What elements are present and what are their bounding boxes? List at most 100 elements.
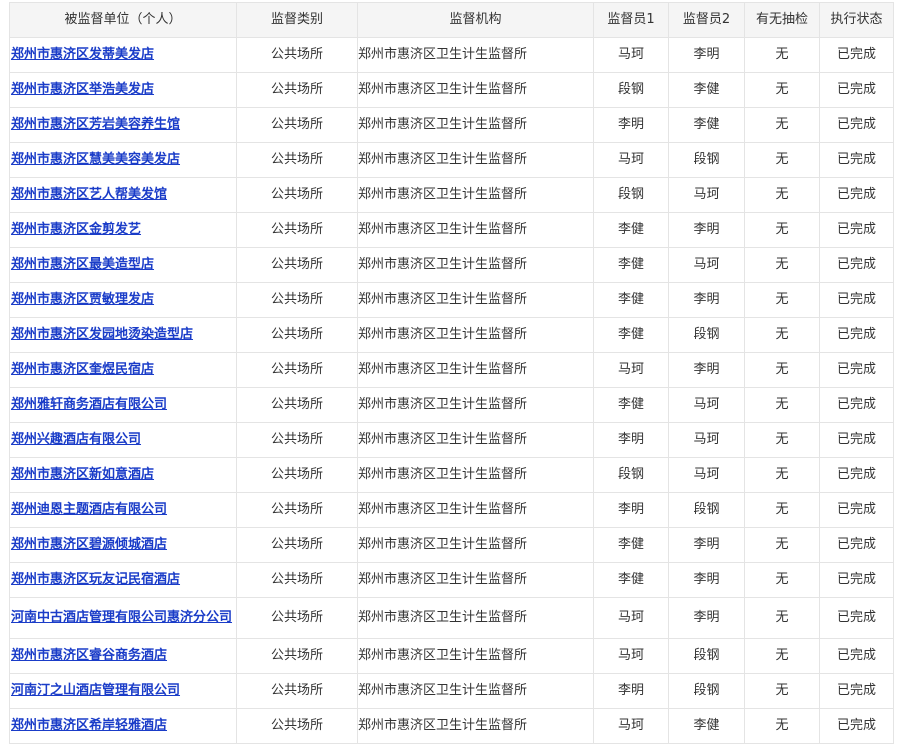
category-cell: 公共场所 bbox=[236, 352, 358, 388]
category-cell: 公共场所 bbox=[236, 107, 358, 143]
table-row: 河南中古酒店管理有限公司惠济分公司 公共场所 郑州市惠济区卫生计生监督所 马珂 李明无已… bbox=[9, 597, 894, 639]
inspector2-cell: 马珂 bbox=[668, 387, 745, 423]
supervised-unit-link[interactable]: 郑州市惠济区芳岩美容养生馆 bbox=[11, 117, 180, 132]
status-cell: 已完成 bbox=[819, 177, 894, 213]
category-cell: 公共场所 bbox=[236, 673, 358, 709]
category-cell: 公共场所 bbox=[236, 142, 358, 178]
supervised-unit-cell: 郑州市惠济区希岸轻雅酒店 bbox=[9, 708, 237, 744]
table-row: 郑州市惠济区芳岩美容养生馆 公共场所 郑州市惠济区卫生计生监督所 李明 李健无已完成 bbox=[9, 107, 894, 143]
supervised-unit-link[interactable]: 郑州市惠济区睿谷商务酒店 bbox=[11, 648, 167, 663]
supervised-unit-link[interactable]: 郑州市惠济区慧美美容美发店 bbox=[11, 152, 180, 167]
inspector2-cell: 段钢 bbox=[668, 492, 745, 528]
sampling-cell: 无 bbox=[744, 282, 820, 318]
status-cell: 已完成 bbox=[819, 527, 894, 563]
inspector2-cell: 李明 bbox=[668, 37, 745, 73]
inspector1-cell: 段钢 bbox=[593, 457, 669, 493]
status-cell: 已完成 bbox=[819, 72, 894, 108]
supervised-unit-cell: 郑州雅轩商务酒店有限公司 bbox=[9, 387, 237, 423]
sampling-cell: 无 bbox=[744, 142, 820, 178]
category-cell: 公共场所 bbox=[236, 562, 358, 598]
supervised-unit-cell: 郑州市惠济区发蒂美发店 bbox=[9, 37, 237, 73]
agency-cell: 郑州市惠济区卫生计生监督所 bbox=[357, 107, 594, 143]
agency-cell: 郑州市惠济区卫生计生监督所 bbox=[357, 247, 594, 283]
sampling-cell: 无 bbox=[744, 352, 820, 388]
supervised-unit-link[interactable]: 郑州市惠济区玩友记民宿酒店 bbox=[11, 572, 180, 587]
status-cell: 已完成 bbox=[819, 212, 894, 248]
status-cell: 已完成 bbox=[819, 142, 894, 178]
sampling-cell: 无 bbox=[744, 72, 820, 108]
supervised-unit-link[interactable]: 郑州市惠济区金剪发艺 bbox=[11, 222, 141, 237]
supervised-unit-cell: 郑州市惠济区贾敏理发店 bbox=[9, 282, 237, 318]
inspector2-cell: 马珂 bbox=[668, 422, 745, 458]
agency-cell: 郑州市惠济区卫生计生监督所 bbox=[357, 72, 594, 108]
category-cell: 公共场所 bbox=[236, 422, 358, 458]
agency-cell: 郑州市惠济区卫生计生监督所 bbox=[357, 527, 594, 563]
agency-cell: 郑州市惠济区卫生计生监督所 bbox=[357, 142, 594, 178]
category-cell: 公共场所 bbox=[236, 212, 358, 248]
supervised-unit-link[interactable]: 河南中古酒店管理有限公司惠济分公司 bbox=[11, 610, 232, 625]
agency-cell: 郑州市惠济区卫生计生监督所 bbox=[357, 638, 594, 674]
agency-cell: 郑州市惠济区卫生计生监督所 bbox=[357, 708, 594, 744]
supervised-unit-cell: 郑州市惠济区艺人帮美发馆 bbox=[9, 177, 237, 213]
header-sampling: 有无抽检 bbox=[744, 2, 820, 38]
supervised-unit-link[interactable]: 郑州市惠济区发蒂美发店 bbox=[11, 47, 154, 62]
inspector1-cell: 李健 bbox=[593, 212, 669, 248]
supervised-unit-link[interactable]: 郑州市惠济区发园地烫染造型店 bbox=[11, 327, 193, 342]
category-cell: 公共场所 bbox=[236, 387, 358, 423]
sampling-cell: 无 bbox=[744, 597, 820, 639]
inspector1-cell: 李明 bbox=[593, 492, 669, 528]
status-cell: 已完成 bbox=[819, 37, 894, 73]
table-row: 郑州市惠济区最美造型店 公共场所 郑州市惠济区卫生计生监督所 李健 马珂无已完成 bbox=[9, 247, 894, 283]
sampling-cell: 无 bbox=[744, 387, 820, 423]
inspector2-cell: 段钢 bbox=[668, 673, 745, 709]
agency-cell: 郑州市惠济区卫生计生监督所 bbox=[357, 317, 594, 353]
inspector1-cell: 李健 bbox=[593, 562, 669, 598]
table-row: 郑州市惠济区碧源倾城酒店 公共场所 郑州市惠济区卫生计生监督所 李健 李明无已完成 bbox=[9, 527, 894, 563]
inspector1-cell: 马珂 bbox=[593, 638, 669, 674]
header-inspector2: 监督员2 bbox=[668, 2, 745, 38]
agency-cell: 郑州市惠济区卫生计生监督所 bbox=[357, 282, 594, 318]
status-cell: 已完成 bbox=[819, 422, 894, 458]
table-row: 郑州市惠济区艺人帮美发馆 公共场所 郑州市惠济区卫生计生监督所 段钢 马珂无已完成 bbox=[9, 177, 894, 213]
status-cell: 已完成 bbox=[819, 597, 894, 639]
inspector1-cell: 段钢 bbox=[593, 72, 669, 108]
supervised-unit-cell: 郑州市惠济区慧美美容美发店 bbox=[9, 142, 237, 178]
table-row: 郑州市惠济区慧美美容美发店 公共场所 郑州市惠济区卫生计生监督所 马珂 段钢无已完成 bbox=[9, 142, 894, 178]
inspector2-cell: 李健 bbox=[668, 107, 745, 143]
supervised-unit-link[interactable]: 郑州市惠济区艺人帮美发馆 bbox=[11, 187, 167, 202]
status-cell: 已完成 bbox=[819, 107, 894, 143]
status-cell: 已完成 bbox=[819, 387, 894, 423]
supervised-unit-link[interactable]: 郑州市惠济区希岸轻雅酒店 bbox=[11, 718, 167, 733]
header-agency: 监督机构 bbox=[357, 2, 594, 38]
supervised-unit-cell: 郑州市惠济区芳岩美容养生馆 bbox=[9, 107, 237, 143]
agency-cell: 郑州市惠济区卫生计生监督所 bbox=[357, 597, 594, 639]
inspector2-cell: 李明 bbox=[668, 282, 745, 318]
header-inspector1: 监督员1 bbox=[593, 2, 669, 38]
inspector2-cell: 马珂 bbox=[668, 247, 745, 283]
supervised-unit-link[interactable]: 郑州市惠济区新如意酒店 bbox=[11, 467, 154, 482]
supervised-unit-cell: 郑州市惠济区金剪发艺 bbox=[9, 212, 237, 248]
inspector2-cell: 段钢 bbox=[668, 142, 745, 178]
sampling-cell: 无 bbox=[744, 212, 820, 248]
supervised-unit-link[interactable]: 郑州市惠济区最美造型店 bbox=[11, 257, 154, 272]
supervised-unit-link[interactable]: 郑州迪恩主题酒店有限公司 bbox=[11, 502, 167, 517]
supervised-unit-cell: 河南汀之山酒店管理有限公司 bbox=[9, 673, 237, 709]
table-row: 郑州市惠济区新如意酒店 公共场所 郑州市惠济区卫生计生监督所 段钢 马珂无已完成 bbox=[9, 457, 894, 493]
supervision-table: 被监督单位（个人） 监督类别 监督机构 监督员1 监督员2 有无抽检 执行状态 … bbox=[9, 2, 894, 744]
inspector2-cell: 段钢 bbox=[668, 317, 745, 353]
header-category: 监督类别 bbox=[236, 2, 358, 38]
agency-cell: 郑州市惠济区卫生计生监督所 bbox=[357, 673, 594, 709]
category-cell: 公共场所 bbox=[236, 177, 358, 213]
inspector2-cell: 李明 bbox=[668, 527, 745, 563]
supervised-unit-link[interactable]: 郑州市惠济区贾敏理发店 bbox=[11, 292, 154, 307]
status-cell: 已完成 bbox=[819, 282, 894, 318]
supervised-unit-link[interactable]: 郑州市惠济区碧源倾城酒店 bbox=[11, 537, 167, 552]
supervised-unit-link[interactable]: 河南汀之山酒店管理有限公司 bbox=[11, 683, 180, 698]
table-row: 郑州迪恩主题酒店有限公司 公共场所 郑州市惠济区卫生计生监督所 李明 段钢无已完成 bbox=[9, 492, 894, 528]
status-cell: 已完成 bbox=[819, 247, 894, 283]
supervised-unit-link[interactable]: 郑州市惠济区奎煜民宿店 bbox=[11, 362, 154, 377]
header-row: 被监督单位（个人） 监督类别 监督机构 监督员1 监督员2 有无抽检 执行状态 bbox=[9, 2, 894, 38]
supervised-unit-link[interactable]: 郑州兴趣酒店有限公司 bbox=[11, 432, 141, 447]
supervised-unit-link[interactable]: 郑州雅轩商务酒店有限公司 bbox=[11, 397, 167, 412]
supervised-unit-link[interactable]: 郑州市惠济区举浩美发店 bbox=[11, 82, 154, 97]
